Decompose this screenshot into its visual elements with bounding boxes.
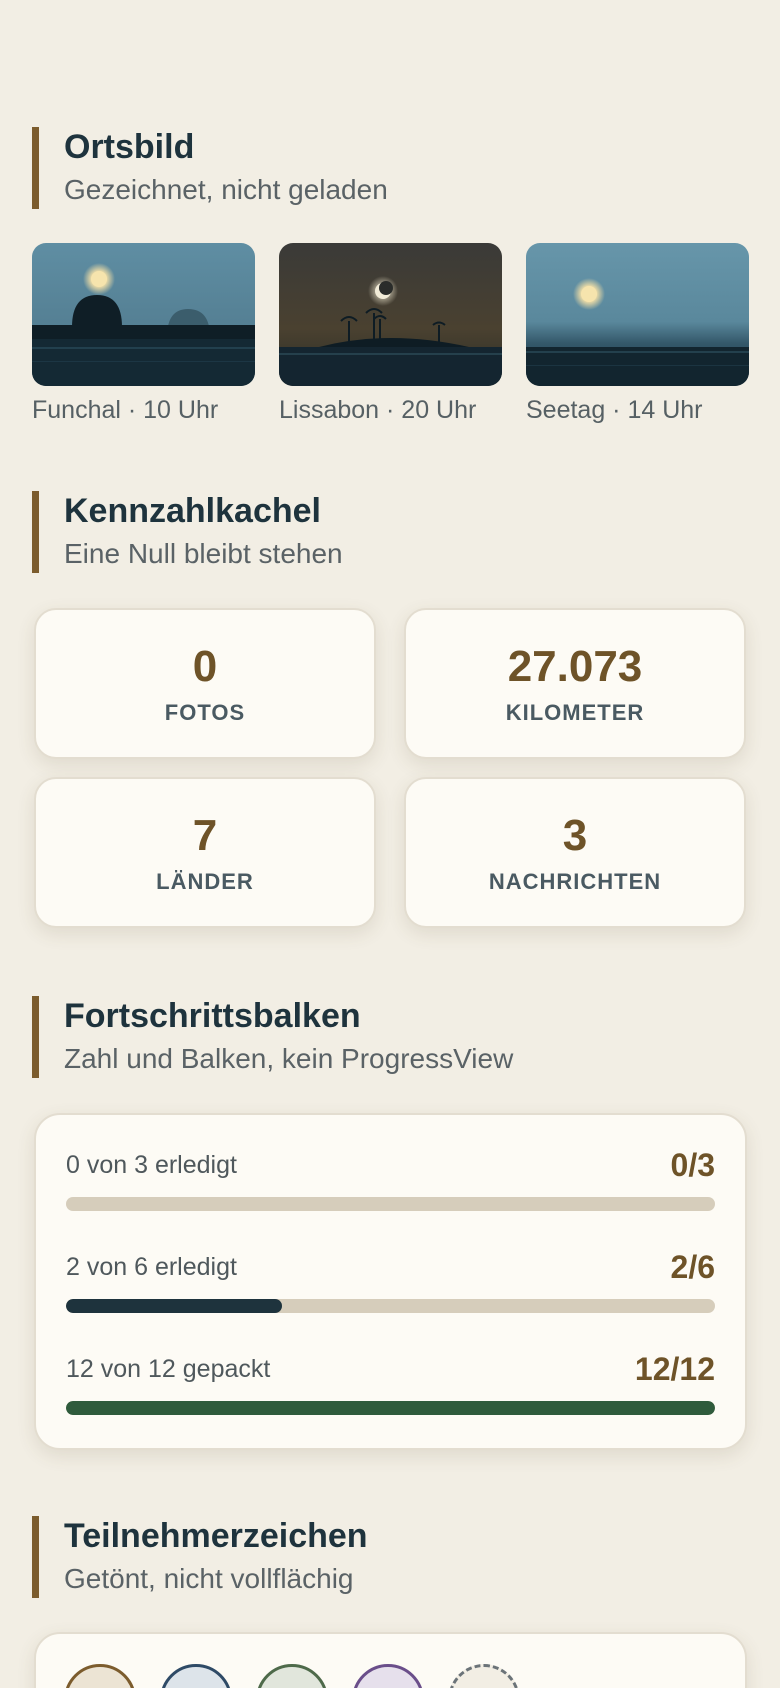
scene-caption: Funchal · 10 Uhr [32, 396, 219, 424]
metric-value: 0 [192, 641, 218, 691]
progress-row: 12 von 12 gepackt 12/12 [66, 1349, 715, 1451]
section-subtitle: Getönt, nicht vollflächig [64, 1563, 354, 1594]
metric-value: 27.073 [507, 641, 643, 691]
metric-tile-laender[interactable]: 7 LÄNDER [34, 777, 376, 928]
progress-track [66, 1197, 715, 1211]
progress-track [66, 1299, 715, 1313]
section-ortsbild: Ortsbild Gezeichnet, nicht geladen [32, 127, 748, 209]
avatar[interactable] [160, 1664, 232, 1688]
progress-count: 0/3 [670, 1146, 715, 1183]
scene-seetag-illustration [526, 243, 749, 386]
metric-tiles: 0 FOTOS 27.073 KILOMETER 7 LÄNDER 3 NACH… [34, 608, 747, 928]
section-kennzahl: Kennzahlkachel Eine Null bleibt stehen [32, 491, 748, 573]
progress-label: 12 von 12 gepackt [66, 1354, 271, 1383]
scene-lissabon[interactable]: Lissabon · 20 Uhr [279, 243, 502, 425]
section-title: Ortsbild [64, 128, 195, 166]
scene-seetag[interactable]: Seetag · 14 Uhr [526, 243, 749, 425]
avatar[interactable] [64, 1664, 136, 1688]
section-teilnehmer: Teilnehmerzeichen Getönt, nicht vollfläc… [32, 1516, 748, 1598]
progress-track [66, 1401, 715, 1415]
progress-fill [66, 1401, 715, 1415]
progress-fill [66, 1299, 283, 1313]
avatar[interactable] [352, 1664, 424, 1688]
scene-funchal[interactable]: Funchal · 10 Uhr [32, 243, 255, 425]
scene-caption: Seetag · 14 Uhr [526, 396, 703, 424]
progress-row: 0 von 3 erledigt 0/3 [66, 1145, 715, 1247]
progress-count: 12/12 [634, 1350, 715, 1387]
metric-label: FOTOS [164, 699, 246, 725]
avatar-more[interactable] [448, 1664, 520, 1688]
metric-label: KILOMETER [505, 699, 645, 725]
metric-value: 7 [192, 810, 218, 860]
section-title: Fortschrittsbalken [64, 997, 361, 1035]
metric-label: LÄNDER [156, 868, 254, 894]
metric-value: 3 [562, 810, 588, 860]
section-title: Kennzahlkachel [64, 492, 321, 530]
section-subtitle: Gezeichnet, nicht geladen [64, 174, 388, 205]
section-subtitle: Eine Null bleibt stehen [64, 538, 343, 569]
metric-label: NACHRICHTEN [488, 868, 662, 894]
metric-tile-fotos[interactable]: 0 FOTOS [34, 608, 376, 759]
scene-row: Funchal · 10 Uhr Lissabon · 20 Uhr Seeta… [32, 243, 749, 425]
section-subtitle: Zahl und Balken, kein ProgressView [64, 1043, 514, 1074]
avatar[interactable] [256, 1664, 328, 1688]
progress-count: 2/6 [670, 1248, 715, 1285]
participants-card [34, 1632, 747, 1688]
scene-funchal-illustration [32, 243, 255, 386]
scene-lissabon-illustration [279, 243, 502, 386]
progress-label: 0 von 3 erledigt [66, 1150, 237, 1179]
progress-card: 0 von 3 erledigt 0/3 2 von 6 erledigt 2/… [34, 1113, 747, 1450]
section-fortschritt: Fortschrittsbalken Zahl und Balken, kein… [32, 996, 748, 1078]
scene-caption: Lissabon · 20 Uhr [279, 396, 477, 424]
section-title: Teilnehmerzeichen [64, 1517, 368, 1555]
progress-row: 2 von 6 erledigt 2/6 [66, 1247, 715, 1349]
metric-tile-nachrichten[interactable]: 3 NACHRICHTEN [404, 777, 746, 928]
page: Ortsbild Gezeichnet, nicht geladen Funch… [0, 0, 780, 1688]
metric-tile-kilometer[interactable]: 27.073 KILOMETER [404, 608, 746, 759]
progress-label: 2 von 6 erledigt [66, 1252, 237, 1281]
